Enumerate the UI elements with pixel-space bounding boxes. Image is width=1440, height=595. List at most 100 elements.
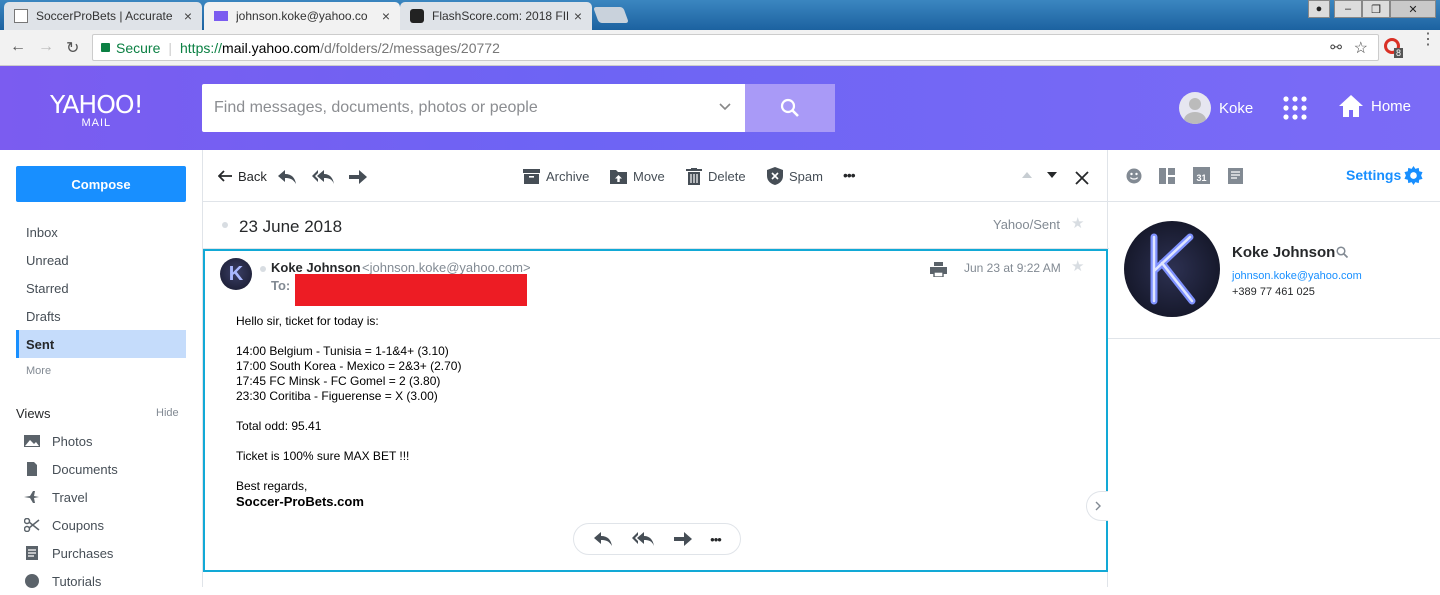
hide-views-link[interactable]: Hide <box>156 407 179 419</box>
yahoo-mail-logo[interactable]: YAHOO! MAIL <box>50 92 144 129</box>
layout-icon[interactable] <box>1159 168 1175 184</box>
view-documents[interactable]: Documents <box>24 455 118 483</box>
bookmark-star-icon[interactable]: ☆ <box>1354 38 1368 58</box>
new-tab-button[interactable] <box>593 7 629 23</box>
forward-icon[interactable] <box>673 532 692 546</box>
previous-message-icon[interactable] <box>1022 172 1032 178</box>
match-line: 14:00 Belgium - Tunisia = 1-1&4+ (3.10) <box>236 344 449 358</box>
contact-pane: 31 Settings Koke Johnson johnson.koke@ya… <box>1108 150 1440 587</box>
close-tab-icon[interactable]: × <box>184 8 192 24</box>
left-sidebar: Compose Inbox Unread Starred Drafts Sent… <box>0 150 202 589</box>
url-field[interactable]: Secure | https:// mail.yahoo.com /d/fold… <box>92 34 1379 61</box>
print-icon[interactable] <box>930 262 947 277</box>
browser-tab[interactable]: SoccerProBets | Accurate × <box>4 2 202 30</box>
browser-tab-bar: SoccerProBets | Accurate × johnson.koke@… <box>0 0 1440 30</box>
reply-all-icon[interactable] <box>311 169 335 185</box>
move-button[interactable]: Move <box>610 166 665 186</box>
home-link[interactable]: Home <box>1338 94 1411 118</box>
close-tab-icon[interactable]: × <box>382 8 390 24</box>
chevron-down-icon[interactable] <box>719 103 731 111</box>
back-button[interactable]: Back <box>218 166 267 186</box>
sender-name[interactable]: Koke Johnson <box>271 260 361 275</box>
more-actions-button[interactable]: ••• <box>710 532 722 547</box>
plane-icon <box>24 491 39 503</box>
reply-all-icon[interactable] <box>631 531 655 547</box>
folder-starred[interactable]: Starred <box>16 274 186 302</box>
view-purchases[interactable]: Purchases <box>24 539 113 567</box>
view-label: Travel <box>52 489 88 505</box>
next-message-icon[interactable] <box>1047 172 1057 178</box>
home-icon <box>1339 95 1363 117</box>
back-arrow-icon <box>218 170 232 182</box>
menu-dots-icon[interactable]: ⋮ <box>1420 32 1436 48</box>
notepad-icon[interactable] <box>1228 168 1243 184</box>
close-tab-icon[interactable]: × <box>574 8 582 24</box>
minimize-button[interactable]: – <box>1334 0 1362 18</box>
message-star-icon[interactable]: ★ <box>1071 257 1084 275</box>
page-icon <box>14 9 28 23</box>
folder-unread[interactable]: Unread <box>16 246 186 274</box>
view-label: Purchases <box>52 545 114 561</box>
forward-icon[interactable] <box>349 170 367 184</box>
more-actions-button[interactable]: ••• <box>843 167 856 183</box>
apps-grid-icon[interactable] <box>1283 96 1307 120</box>
calendar-icon[interactable]: 31 <box>1193 167 1210 184</box>
secure-label: Secure <box>116 39 161 56</box>
settings-link[interactable]: Settings <box>1346 167 1401 183</box>
star-icon[interactable]: ★ <box>1071 214 1084 232</box>
expand-panel-button[interactable] <box>1086 491 1108 521</box>
url-path: /d/folders/2/messages/20772 <box>320 39 500 56</box>
tab-title: SoccerProBets | Accurate <box>36 9 173 23</box>
reply-icon[interactable] <box>593 531 613 547</box>
search-input[interactable]: Find messages, documents, photos or peop… <box>202 84 745 132</box>
user-name: Koke <box>1219 99 1254 117</box>
scissors-icon <box>24 518 40 532</box>
more-folders-link[interactable]: More <box>16 357 186 385</box>
extension-badge: 8 <box>1394 48 1404 58</box>
restore-button[interactable]: ❐ <box>1362 0 1390 18</box>
message-pane: Back Archive Move Delete Spam ••• 23 Jun… <box>202 150 1109 587</box>
user-menu[interactable]: Koke <box>1179 92 1253 124</box>
archive-button[interactable]: Archive <box>523 166 589 186</box>
sender-avatar: K <box>220 258 252 290</box>
profile-button[interactable]: ● <box>1308 0 1330 18</box>
browser-tab[interactable]: FlashScore.com: 2018 FIF × <box>400 2 592 30</box>
emoji-icon[interactable] <box>1126 168 1142 184</box>
gear-icon[interactable] <box>1404 166 1423 185</box>
view-tutorials[interactable]: Tutorials <box>24 567 101 595</box>
unread-dot-icon <box>222 222 228 228</box>
delete-button[interactable]: Delete <box>686 166 746 186</box>
folder-drafts[interactable]: Drafts <box>16 302 186 330</box>
folder-path: Yahoo/Sent <box>993 217 1060 232</box>
close-icon[interactable] <box>1075 171 1089 185</box>
view-travel[interactable]: Travel <box>24 483 88 511</box>
back-arrow-icon[interactable]: ← <box>10 38 26 56</box>
folder-sent[interactable]: Sent <box>16 330 186 358</box>
sender-email[interactable]: <johnson.koke@yahoo.com> <box>362 260 531 275</box>
forward-arrow-icon[interactable]: → <box>38 38 54 56</box>
contact-photo[interactable] <box>1124 221 1220 317</box>
compose-button[interactable]: Compose <box>16 166 186 202</box>
delete-label: Delete <box>708 168 746 184</box>
mail-header: YAHOO! MAIL Find messages, documents, ph… <box>0 66 1440 150</box>
browser-tab-active[interactable]: johnson.koke@yahoo.co × <box>204 2 400 30</box>
view-coupons[interactable]: Coupons <box>24 511 104 539</box>
signoff: Best regards, Soccer-ProBets.com <box>236 479 461 509</box>
key-icon[interactable]: ⚯ <box>1330 39 1342 56</box>
back-label: Back <box>238 168 267 184</box>
reload-icon[interactable]: ↻ <box>66 38 79 58</box>
folder-inbox[interactable]: Inbox <box>16 218 186 246</box>
close-window-button[interactable]: ✕ <box>1390 0 1436 18</box>
contact-card: Koke Johnson johnson.koke@yahoo.com +389… <box>1108 202 1440 339</box>
reply-icon[interactable] <box>277 169 297 185</box>
avatar-icon <box>1179 92 1211 124</box>
contact-email[interactable]: johnson.koke@yahoo.com <box>1232 270 1362 282</box>
message-toolbar: Back Archive Move Delete Spam ••• <box>203 150 1109 202</box>
photo-icon <box>24 435 40 447</box>
view-photos[interactable]: Photos <box>24 427 92 455</box>
search-contact-icon[interactable] <box>1336 246 1348 258</box>
views-heading: Views <box>16 406 51 421</box>
spam-button[interactable]: Spam <box>767 166 823 186</box>
search-button[interactable] <box>745 84 835 132</box>
url-prefix: https:// <box>180 39 223 56</box>
